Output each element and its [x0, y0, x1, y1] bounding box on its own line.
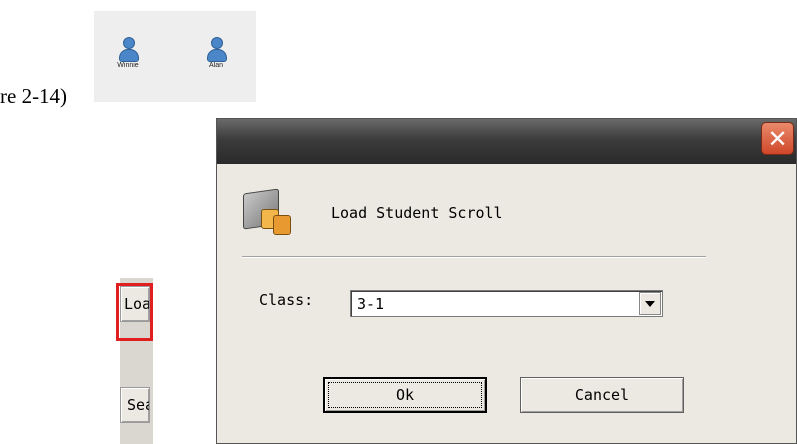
- student-item-alan[interactable]: Alan: [191, 37, 241, 69]
- student-icons-panel: Winnie Alan: [94, 11, 256, 102]
- student-item-winnie[interactable]: Winnie: [103, 37, 153, 69]
- dialog-titlebar[interactable]: ✕: [217, 119, 796, 164]
- seat-label: Seat: [127, 396, 149, 414]
- divider: [242, 256, 706, 258]
- ok-button[interactable]: Ok: [323, 377, 487, 413]
- dialog-heading: Load Student Scroll: [331, 204, 503, 222]
- load-student-scroll-dialog: ✕ Load Student Scroll Class: 3-1 Ok Canc…: [216, 118, 797, 444]
- class-value: 3-1: [357, 295, 385, 313]
- student-name: Alan: [208, 62, 223, 69]
- student-scroll-icon: [241, 187, 291, 239]
- chevron-down-icon[interactable]: [639, 292, 661, 315]
- class-select[interactable]: 3-1: [350, 290, 663, 317]
- close-icon[interactable]: ✕: [761, 122, 794, 155]
- user-icon: [117, 37, 139, 62]
- student-name: Winnie: [117, 62, 139, 69]
- cancel-button[interactable]: Cancel: [520, 377, 684, 413]
- figure-caption-fragment: re 2-14): [0, 84, 68, 108]
- user-icon: [205, 37, 227, 62]
- class-label: Class:: [259, 291, 314, 309]
- loadscroll-highlight: [116, 283, 153, 341]
- seat-button[interactable]: Seat: [120, 387, 150, 423]
- cancel-label: Cancel: [574, 386, 630, 404]
